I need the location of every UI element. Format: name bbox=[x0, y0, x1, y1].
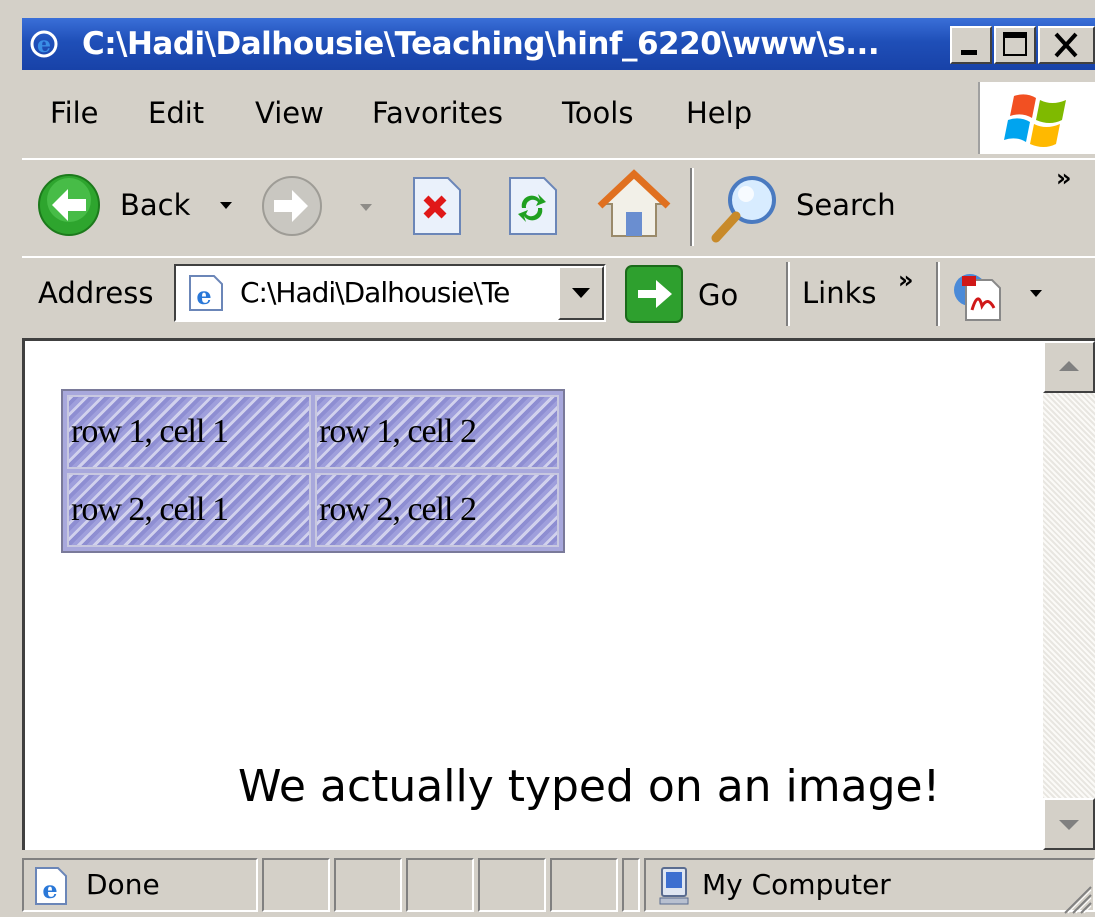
close-icon bbox=[1054, 32, 1078, 58]
menu-file[interactable]: File bbox=[50, 96, 99, 130]
links-overflow-chevron[interactable]: » bbox=[898, 266, 914, 294]
menu-view[interactable]: View bbox=[255, 96, 324, 130]
standard-toolbar: Back Search » bbox=[22, 158, 1095, 254]
svg-text:e: e bbox=[42, 875, 57, 904]
page-ie-icon: e bbox=[189, 275, 223, 311]
forward-dropdown-icon[interactable] bbox=[358, 202, 374, 214]
table-cell: row 1, cell 2 bbox=[315, 395, 559, 469]
minimize-button[interactable] bbox=[950, 26, 992, 64]
window-title: C:\Hadi\Dalhousie\Teaching\hinf_6220\www… bbox=[82, 26, 880, 62]
menu-favorites[interactable]: Favorites bbox=[372, 96, 503, 130]
back-dropdown-icon[interactable] bbox=[218, 200, 234, 212]
pattern-background-table: row 1, cell 1 row 1, cell 2 row 2, cell … bbox=[61, 389, 565, 553]
status-panel bbox=[622, 858, 640, 912]
address-bar: Address e C:\Hadi\Dalhousie\Te Go Links … bbox=[22, 256, 1095, 332]
scroll-down-button[interactable] bbox=[1043, 798, 1095, 850]
windows-logo bbox=[978, 82, 1095, 154]
status-panel bbox=[478, 858, 546, 912]
slide-caption: We actually typed on an image! bbox=[238, 761, 941, 812]
address-value: C:\Hadi\Dalhousie\Te bbox=[240, 276, 510, 309]
svg-text:e: e bbox=[37, 32, 51, 58]
windows-flag-icon bbox=[1004, 94, 1066, 147]
my-computer-icon bbox=[659, 867, 689, 905]
arrow-up-icon bbox=[1059, 361, 1079, 371]
scroll-up-button[interactable] bbox=[1043, 341, 1095, 393]
status-bar: e Done My Computer bbox=[22, 854, 1095, 917]
ie-icon: e bbox=[30, 30, 58, 58]
address-separator bbox=[786, 262, 790, 326]
pdf-dropdown-icon[interactable] bbox=[1028, 288, 1044, 300]
resize-grip-icon[interactable] bbox=[1059, 881, 1093, 915]
home-icon[interactable] bbox=[596, 168, 672, 244]
refresh-icon[interactable] bbox=[504, 174, 560, 238]
forward-arrow-icon[interactable] bbox=[260, 174, 324, 238]
status-panel bbox=[262, 858, 330, 912]
minimize-icon bbox=[961, 50, 977, 55]
table-cell: row 1, cell 1 bbox=[67, 395, 311, 469]
table-cell: row 2, cell 1 bbox=[67, 473, 311, 547]
stop-icon[interactable] bbox=[408, 174, 464, 238]
status-panel-main: e Done bbox=[22, 858, 258, 912]
menu-tools[interactable]: Tools bbox=[562, 96, 633, 130]
status-text: Done bbox=[86, 868, 160, 901]
status-panel bbox=[334, 858, 402, 912]
table-cell: row 2, cell 2 bbox=[315, 473, 559, 547]
toolbar-separator bbox=[690, 168, 694, 246]
close-button[interactable] bbox=[1038, 26, 1095, 64]
search-button-label[interactable]: Search bbox=[796, 188, 896, 222]
status-panel bbox=[550, 858, 618, 912]
address-label: Address bbox=[38, 276, 154, 310]
address-dropdown-button[interactable] bbox=[558, 266, 604, 320]
maximize-icon bbox=[1003, 32, 1027, 56]
browser-window: e C:\Hadi\Dalhousie\Teaching\hinf_6220\w… bbox=[0, 0, 1095, 917]
zone-text: My Computer bbox=[702, 868, 891, 901]
address-input[interactable]: e C:\Hadi\Dalhousie\Te bbox=[174, 264, 606, 322]
table-row: row 2, cell 1 row 2, cell 2 bbox=[67, 473, 559, 547]
maximize-button[interactable] bbox=[994, 26, 1036, 64]
links-separator bbox=[936, 262, 940, 326]
go-arrow-icon[interactable] bbox=[624, 264, 684, 324]
table-row: row 1, cell 1 row 1, cell 2 bbox=[67, 395, 559, 469]
back-arrow-icon[interactable] bbox=[36, 172, 102, 238]
status-panel bbox=[406, 858, 474, 912]
svg-text:e: e bbox=[196, 281, 211, 310]
toolbar-overflow-chevron[interactable]: » bbox=[1056, 164, 1072, 192]
search-icon[interactable] bbox=[708, 172, 784, 244]
status-panel-zone: My Computer bbox=[644, 858, 1095, 912]
menu-edit[interactable]: Edit bbox=[148, 96, 204, 130]
title-bar[interactable]: e C:\Hadi\Dalhousie\Teaching\hinf_6220\w… bbox=[22, 18, 1095, 70]
menu-bar: File Edit View Favorites Tools Help bbox=[22, 82, 975, 150]
page-done-icon: e bbox=[35, 867, 67, 905]
menu-help[interactable]: Help bbox=[686, 96, 752, 130]
page-content[interactable]: row 1, cell 1 row 1, cell 2 row 2, cell … bbox=[22, 338, 1095, 850]
links-label[interactable]: Links bbox=[802, 276, 877, 310]
back-button-label[interactable]: Back bbox=[120, 188, 190, 222]
pdf-convert-icon[interactable] bbox=[948, 266, 1008, 326]
vertical-scrollbar[interactable] bbox=[1043, 341, 1095, 850]
go-button-label[interactable]: Go bbox=[698, 278, 738, 312]
arrow-down-icon bbox=[1059, 820, 1079, 830]
chevron-down-icon bbox=[572, 288, 590, 298]
